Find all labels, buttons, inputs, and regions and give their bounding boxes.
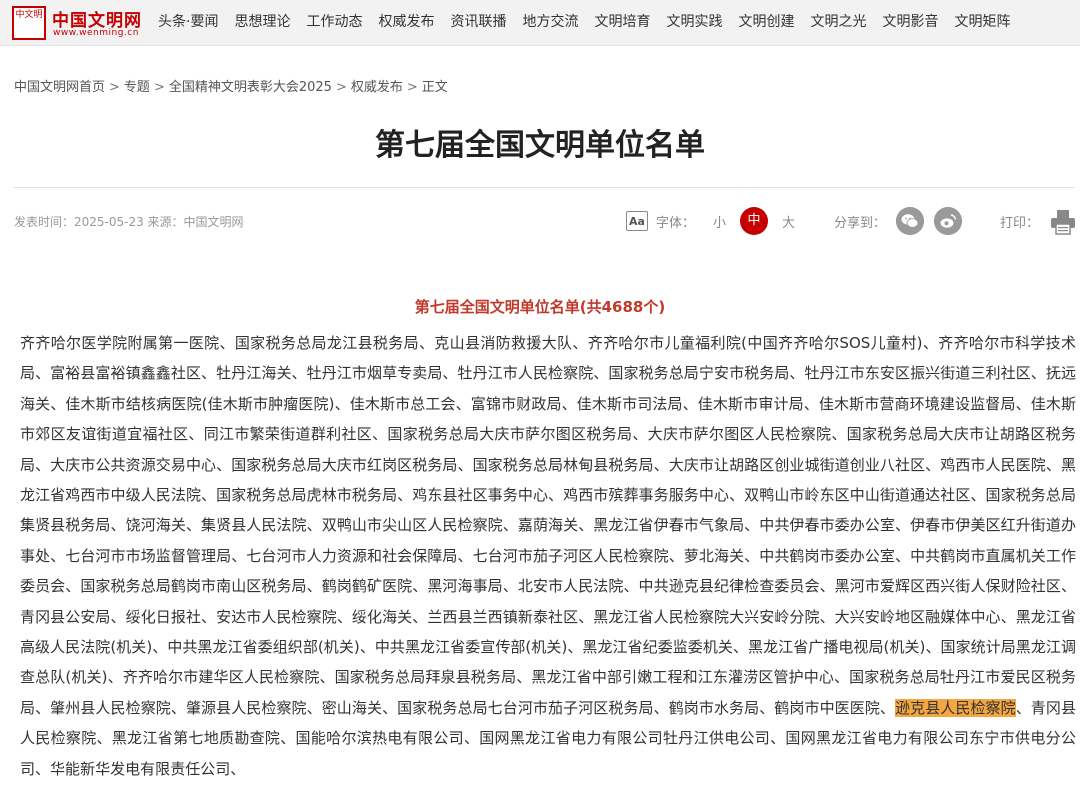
nav-item-theory[interactable]: 思想理论 bbox=[226, 12, 298, 34]
highlighted-text: 逊克县人民检察院 bbox=[895, 698, 1016, 717]
nav-item-matrix[interactable]: 文明矩阵 bbox=[946, 12, 1018, 34]
font-size-control: Aa 字体： 小 中 大 bbox=[626, 206, 805, 236]
article-subtitle: 第七届全国文明单位名单(共4688个) bbox=[414, 298, 666, 316]
weibo-icon-glyph bbox=[934, 207, 963, 235]
printer-icon[interactable] bbox=[1049, 209, 1077, 235]
wechat-icon-glyph bbox=[896, 207, 925, 235]
site-logo-url: www.wenming.cn bbox=[53, 28, 139, 38]
nav-item-cultivation[interactable]: 文明培育 bbox=[586, 12, 658, 34]
font-size-small-button[interactable]: 小 bbox=[713, 212, 726, 231]
wechat-icon[interactable] bbox=[896, 207, 925, 235]
breadcrumb-separator: > bbox=[109, 80, 120, 95]
breadcrumb-current: 正文 bbox=[421, 80, 448, 95]
printer-icon-glyph bbox=[1051, 210, 1076, 235]
share-label: 分享到： bbox=[834, 215, 887, 231]
breadcrumb-topics[interactable]: 专题 bbox=[124, 80, 150, 95]
font-size-medium-button[interactable]: 中 bbox=[740, 207, 769, 235]
weibo-icon[interactable] bbox=[934, 207, 963, 235]
nav-item-video[interactable]: 文明影音 bbox=[874, 12, 946, 34]
nav-item-light[interactable]: 文明之光 bbox=[802, 12, 874, 34]
article-meta: 发表时间：2025-05-23 来源：中国文明网 bbox=[14, 215, 244, 229]
print-control: 打印： bbox=[1000, 206, 1077, 236]
breadcrumb-official-release[interactable]: 权威发布 bbox=[351, 80, 403, 95]
nav-item-headlines[interactable]: 头条·要闻 bbox=[150, 12, 226, 34]
breadcrumb-separator: > bbox=[406, 80, 418, 95]
nav-item-local-exchange[interactable]: 地方交流 bbox=[514, 12, 586, 34]
logo-seal-text: 中文明 bbox=[15, 10, 43, 20]
article-body: 齐齐哈尔医学院附属第一医院、国家税务总局龙江县税务局、克山县消防救援大队、齐齐哈… bbox=[20, 328, 1076, 784]
nav-item-practice[interactable]: 文明实践 bbox=[658, 12, 730, 34]
breadcrumb: 中国文明网首页 > 专题 > 全国精神文明表彰大会2025 > 权威发布 > 正文 bbox=[14, 76, 448, 95]
share-control: 分享到： bbox=[834, 206, 963, 236]
font-size-icon: Aa bbox=[626, 211, 648, 231]
main-nav: 头条·要闻 思想理论 工作动态 权威发布 资讯联播 地方交流 文明培育 文明实践… bbox=[150, 12, 1018, 34]
title-divider bbox=[14, 187, 1074, 188]
site-logo-seal[interactable]: 中文明 bbox=[12, 6, 46, 40]
font-size-large-button[interactable]: 大 bbox=[782, 212, 795, 231]
breadcrumb-separator: > bbox=[335, 80, 347, 95]
nav-item-creation[interactable]: 文明创建 bbox=[730, 12, 802, 34]
print-label: 打印： bbox=[1000, 215, 1040, 231]
nav-item-work-news[interactable]: 工作动态 bbox=[298, 12, 370, 34]
font-size-label: 字体： bbox=[656, 215, 696, 231]
breadcrumb-separator: > bbox=[153, 80, 165, 95]
page-title: 第七届全国文明单位名单 bbox=[375, 128, 705, 163]
body-text-part: 齐齐哈尔医学院附属第一医院、国家税务总局龙江县税务局、克山县消防救援大队、齐齐哈… bbox=[20, 334, 1076, 717]
nav-item-official-release[interactable]: 权威发布 bbox=[370, 12, 442, 34]
breadcrumb-conference[interactable]: 全国精神文明表彰大会2025 bbox=[169, 80, 332, 95]
nav-item-news-feed[interactable]: 资讯联播 bbox=[442, 12, 514, 34]
breadcrumb-home[interactable]: 中国文明网首页 bbox=[14, 80, 105, 95]
top-navigation-bar: 中文明 中国文明网 www.wenming.cn 头条·要闻 思想理论 工作动态… bbox=[0, 0, 1080, 46]
